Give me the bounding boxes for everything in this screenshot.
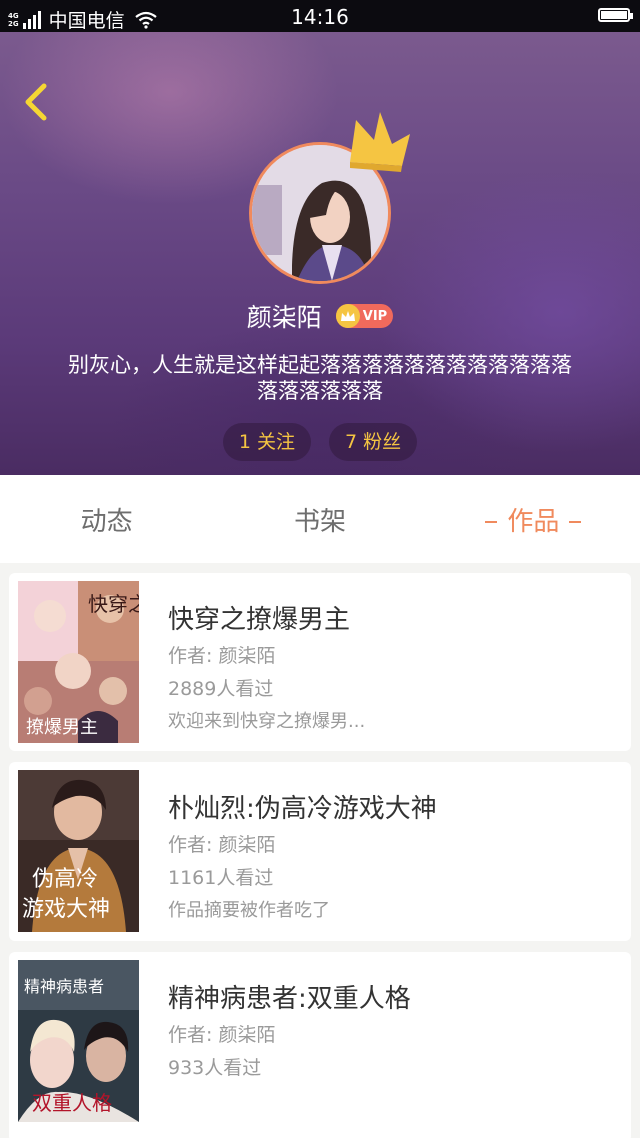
works-list: 快穿之 撩爆男主 快穿之撩爆男主 作者: 颜柒陌 2889人看过 欢迎来到快穿之… [0, 563, 640, 1138]
work-author: 作者: 颜柒陌 [168, 834, 276, 856]
follow-stats: 1 关注 7 粉丝 [0, 423, 640, 461]
profile-page: 4G 2G 中国电信 14:16 颜柒陌 VIP 别灰心，人生就是这样起起落落落… [0, 0, 640, 1138]
cover-title-bottom: 游戏大神 [22, 897, 110, 922]
work-card[interactable]: 伪高冷 游戏大神 朴灿烈:伪高冷游戏大神 作者: 颜柒陌 1161人看过 作品摘… [9, 762, 631, 941]
cover-title-bottom: 撩爆男主 [26, 717, 98, 738]
cover-title-top: 伪高冷 [32, 867, 98, 892]
work-card[interactable]: 快穿之 撩爆男主 快穿之撩爆男主 作者: 颜柒陌 2889人看过 欢迎来到快穿之… [9, 573, 631, 751]
status-bar: 4G 2G 中国电信 14:16 [0, 0, 640, 32]
book-cover[interactable]: 快穿之 撩爆男主 [18, 581, 139, 743]
work-views: 1161人看过 [168, 867, 274, 889]
work-title[interactable]: 朴灿烈:伪高冷游戏大神 [168, 788, 437, 825]
work-card[interactable]: 精神病患者 双重人格 精神病患者:双重人格 作者: 颜柒陌 933人看过 [9, 952, 631, 1138]
vip-crown-icon [335, 304, 360, 328]
cover-title-bottom: 双重人格 [32, 1091, 112, 1115]
followers-button[interactable]: 7 粉丝 [329, 423, 418, 461]
name-row: 颜柒陌 VIP [0, 298, 640, 334]
back-icon[interactable] [18, 80, 54, 124]
avatar-container[interactable] [249, 112, 410, 284]
profile-header: 颜柒陌 VIP 别灰心，人生就是这样起起落落落落落落落落落落落落 落落落落落落 … [0, 32, 640, 475]
tab-indicator-left [485, 521, 498, 523]
work-views: 933人看过 [168, 1057, 262, 1079]
cover-title-top: 精神病患者 [24, 977, 104, 996]
following-button[interactable]: 1 关注 [222, 423, 311, 461]
user-bio: 别灰心，人生就是这样起起落落落落落落落落落落落落 落落落落落落 [36, 352, 604, 404]
work-views: 2889人看过 [168, 678, 274, 700]
work-summary: 作品摘要被作者吃了 [168, 900, 330, 921]
book-cover[interactable]: 精神病患者 双重人格 [18, 960, 139, 1122]
crown-icon [350, 112, 410, 172]
tab-works[interactable]: 作品 [427, 501, 640, 538]
work-title[interactable]: 精神病患者:双重人格 [168, 978, 411, 1015]
vip-label: VIP [362, 308, 388, 324]
user-name: 颜柒陌 [246, 303, 322, 332]
clock: 14:16 [291, 5, 349, 29]
tab-indicator-right [569, 521, 582, 523]
tab-bookshelf[interactable]: 书架 [213, 501, 426, 538]
bio-line-2: 落落落落落落 [257, 379, 383, 403]
battery-icon [598, 8, 633, 22]
work-title[interactable]: 快穿之撩爆男主 [168, 599, 350, 636]
cover-title-top: 快穿之 [88, 592, 139, 616]
tab-works-label: 作品 [507, 506, 560, 537]
bio-line-1: 别灰心，人生就是这样起起落落落落落落落落落落落落 [68, 353, 572, 377]
work-author: 作者: 颜柒陌 [168, 1024, 276, 1046]
work-author: 作者: 颜柒陌 [168, 645, 276, 667]
book-cover[interactable]: 伪高冷 游戏大神 [18, 770, 139, 932]
tab-bar: 动态 书架 作品 [0, 475, 640, 563]
work-summary: 欢迎来到快穿之撩爆男... [168, 711, 366, 732]
tab-activity[interactable]: 动态 [0, 501, 213, 538]
vip-badge: VIP [335, 304, 394, 328]
